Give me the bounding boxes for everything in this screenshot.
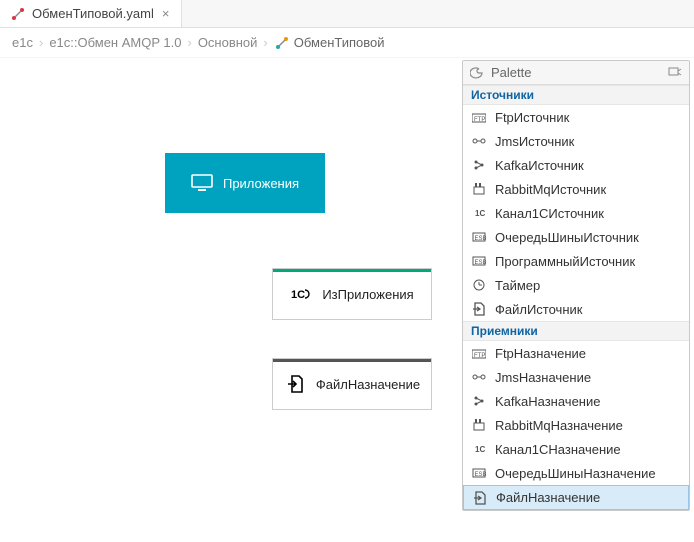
route-icon	[10, 7, 26, 21]
route-icon	[274, 36, 290, 50]
node-label: Приложения	[223, 176, 299, 191]
palette-item[interactable]: ФайлНазначение	[463, 485, 689, 510]
chevron-right-icon: ›	[39, 35, 43, 50]
palette-item[interactable]: ФайлИсточник	[463, 297, 689, 321]
svg-text:1C: 1C	[475, 209, 485, 218]
close-icon[interactable]: ×	[160, 6, 172, 21]
palette-item-label: ОчередьШиныИсточник	[495, 230, 639, 245]
palette-icon	[469, 66, 485, 80]
tab-bar: ОбменТиповой.yaml ×	[0, 0, 694, 28]
esb-icon: ESB	[471, 254, 487, 268]
palette-item[interactable]: RabbitMqНазначение	[463, 413, 689, 437]
palette-item[interactable]: ESB ОчередьШиныНазначение	[463, 461, 689, 485]
palette-item-label: Канал1СНазначение	[495, 442, 621, 457]
svg-text:1С: 1С	[291, 289, 305, 301]
esb-icon: ESB	[471, 230, 487, 244]
palette-group-header[interactable]: Источники	[463, 85, 689, 105]
svg-text:FTP: FTP	[474, 353, 485, 359]
svg-text:ESB: ESB	[475, 472, 487, 478]
breadcrumb: e1c › e1c::Обмен AMQP 1.0 › Основной › О…	[0, 28, 694, 58]
file-icon	[471, 302, 487, 316]
node-label: ИзПриложения	[322, 287, 413, 302]
ftp-icon: FTP	[471, 110, 487, 124]
palette-item[interactable]: FTP FtpНазначение	[463, 341, 689, 365]
chevron-right-icon: ›	[263, 35, 267, 50]
palette-item[interactable]: JmsНазначение	[463, 365, 689, 389]
palette-item-label: RabbitMqИсточник	[495, 182, 606, 197]
breadcrumb-last[interactable]: ОбменТиповой	[274, 35, 385, 50]
svg-text:ESB: ESB	[475, 260, 487, 266]
diagram-canvas[interactable]: Приложения 1С ИзПриложения ФайлНазначени…	[0, 58, 459, 542]
node-label: ФайлНазначение	[316, 377, 420, 392]
palette-item-label: KafkaИсточник	[495, 158, 584, 173]
palette-item-label: ФайлИсточник	[495, 302, 582, 317]
tab-active[interactable]: ОбменТиповой.yaml ×	[0, 0, 182, 27]
palette-item[interactable]: Таймер	[463, 273, 689, 297]
onec-icon: 1С	[290, 285, 312, 303]
node-application[interactable]: Приложения	[165, 153, 325, 213]
palette-title: Palette	[491, 65, 661, 80]
palette-item-label: ФайлНазначение	[496, 490, 600, 505]
chevron-right-icon: ›	[187, 35, 191, 50]
monitor-icon	[191, 174, 213, 192]
onec-icon: 1C	[471, 206, 487, 220]
palette-item-label: JmsНазначение	[495, 370, 591, 385]
svg-text:FTP: FTP	[474, 117, 485, 123]
palette-item[interactable]: JmsИсточник	[463, 129, 689, 153]
palette-item[interactable]: KafkaНазначение	[463, 389, 689, 413]
breadcrumb-item[interactable]: Основной	[198, 35, 258, 50]
palette-item[interactable]: RabbitMqИсточник	[463, 177, 689, 201]
kafka-icon	[471, 158, 487, 172]
palette-item-label: FtpИсточник	[495, 110, 569, 125]
palette-item-label: Канал1СИсточник	[495, 206, 604, 221]
rabbit-icon	[471, 182, 487, 196]
rabbit-icon	[471, 418, 487, 432]
kafka-icon	[471, 394, 487, 408]
file-icon	[472, 491, 488, 505]
palette-item[interactable]: 1C Канал1СНазначение	[463, 437, 689, 461]
palette-item-label: FtpНазначение	[495, 346, 586, 361]
pin-icon[interactable]	[667, 66, 683, 80]
file-arrow-icon	[284, 375, 306, 393]
palette-item-label: JmsИсточник	[495, 134, 574, 149]
svg-text:ESB: ESB	[475, 236, 487, 242]
palette-item-label: RabbitMqНазначение	[495, 418, 623, 433]
breadcrumb-item[interactable]: e1c	[12, 35, 33, 50]
breadcrumb-item[interactable]: e1c::Обмен AMQP 1.0	[49, 35, 181, 50]
palette-item[interactable]: ESB ПрограммныйИсточник	[463, 249, 689, 273]
palette-item-label: KafkaНазначение	[495, 394, 600, 409]
esb-icon: ESB	[471, 466, 487, 480]
ftp-icon: FTP	[471, 346, 487, 360]
tab-label: ОбменТиповой.yaml	[32, 6, 154, 21]
palette-item[interactable]: ESB ОчередьШиныИсточник	[463, 225, 689, 249]
jms-icon	[471, 370, 487, 384]
node-source[interactable]: 1С ИзПриложения	[272, 268, 432, 320]
palette-group-header[interactable]: Приемники	[463, 321, 689, 341]
palette-panel: Palette Источники FTP FtpИсточник JmsИсточн…	[462, 60, 690, 511]
timer-icon	[471, 278, 487, 292]
node-destination[interactable]: ФайлНазначение	[272, 358, 432, 410]
palette-item[interactable]: KafkaИсточник	[463, 153, 689, 177]
jms-icon	[471, 134, 487, 148]
palette-item-label: ПрограммныйИсточник	[495, 254, 635, 269]
palette-item[interactable]: 1C Канал1СИсточник	[463, 201, 689, 225]
svg-text:1C: 1C	[475, 445, 485, 454]
palette-header: Palette	[463, 61, 689, 85]
palette-item[interactable]: FTP FtpИсточник	[463, 105, 689, 129]
palette-item-label: Таймер	[495, 278, 540, 293]
palette-item-label: ОчередьШиныНазначение	[495, 466, 656, 481]
onec-icon: 1C	[471, 442, 487, 456]
